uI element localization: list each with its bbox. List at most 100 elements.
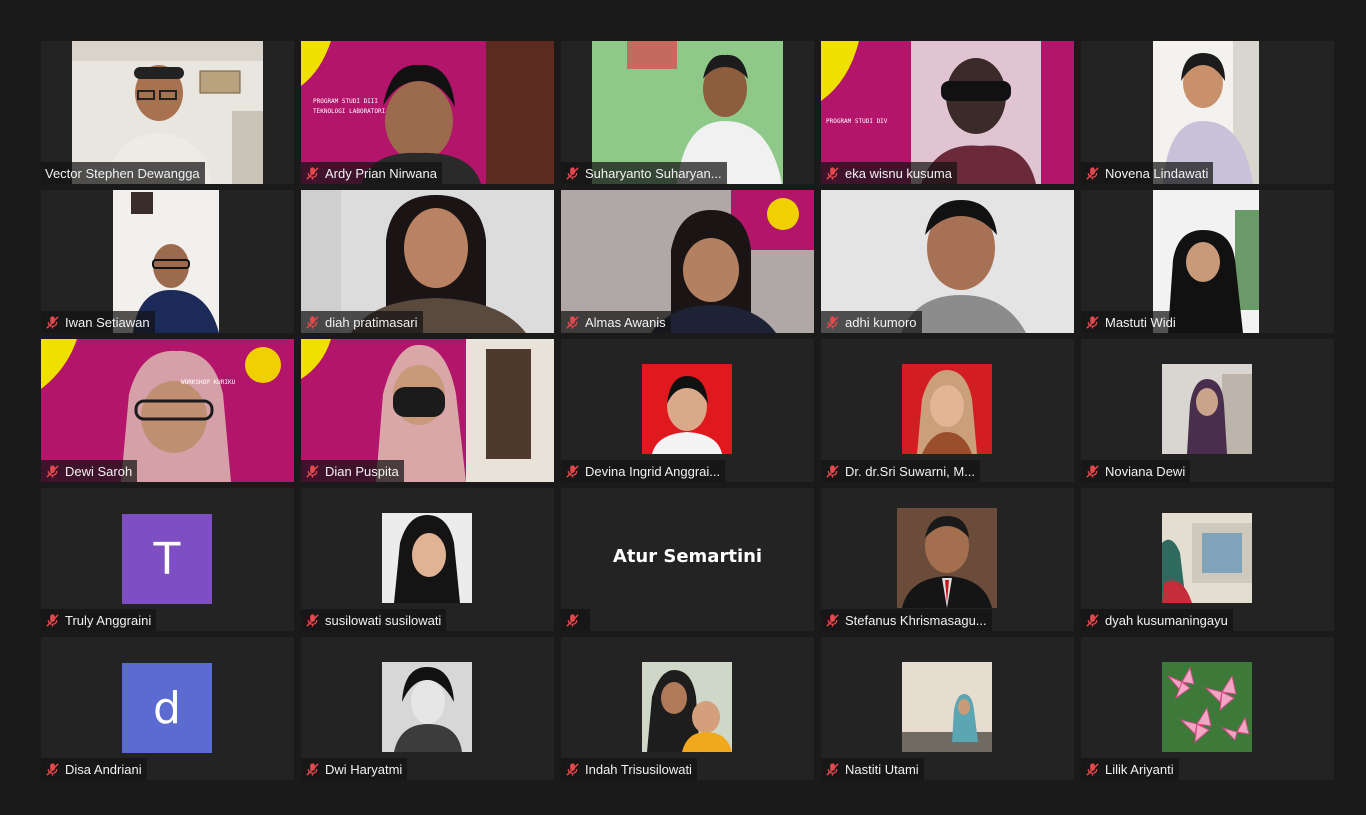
participant-name: Stefanus Khrismasagu... [845, 612, 987, 628]
name-label-bar: Dr. dr.Sri Suwarni, M... [821, 460, 981, 482]
participant-tile[interactable]: adhi kumoro [821, 190, 1074, 333]
participant-name: Dwi Haryatmi [325, 761, 403, 777]
participant-tile[interactable]: Novena Lindawati [1081, 41, 1334, 184]
svg-text:PROGRAM STUDI DIV: PROGRAM STUDI DIV [826, 118, 888, 125]
participant-name: Novena Lindawati [1105, 165, 1209, 181]
name-label-bar: Lilik Ariyanti [1081, 758, 1179, 780]
participant-name: adhi kumoro [845, 314, 917, 330]
name-label-bar: Disa Andriani [41, 758, 147, 780]
participant-tile[interactable]: susilowati susilowati [301, 488, 554, 631]
name-label-bar: eka wisnu kusuma [821, 162, 957, 184]
name-label-bar: Indah Trisusilowati [561, 758, 697, 780]
name-label-bar: susilowati susilowati [301, 609, 447, 631]
participant-tile[interactable]: Suharyanto Suharyan... [561, 41, 814, 184]
mic-muted-icon [306, 613, 319, 627]
name-label-bar: adhi kumoro [821, 311, 922, 333]
name-label-bar: Truly Anggraini [41, 609, 157, 631]
participant-name: diah pratimasari [325, 314, 418, 330]
profile-photo [902, 662, 992, 752]
profile-photo [382, 662, 472, 752]
participant-name: Suharyanto Suharyan... [585, 165, 722, 181]
name-label-bar: dyah kusumaningayu [1081, 609, 1233, 631]
participant-tile[interactable]: Dwi Haryatmi [301, 637, 554, 780]
profile-photo [897, 508, 997, 608]
participant-name: susilowati susilowati [325, 612, 442, 628]
name-label-bar: Iwan Setiawan [41, 311, 155, 333]
participant-tile[interactable]: Lilik Ariyanti [1081, 637, 1334, 780]
svg-text:WORKSHOP KURIKU: WORKSHOP KURIKU [181, 379, 236, 386]
participant-name: eka wisnu kusuma [845, 165, 952, 181]
name-label-bar: Dewi Saroh [41, 460, 138, 482]
mic-muted-icon [826, 464, 839, 478]
participant-tile[interactable]: Atur Semartini [561, 488, 814, 631]
mic-muted-icon [826, 762, 839, 776]
participant-tile[interactable]: Stefanus Khrismasagu... [821, 488, 1074, 631]
name-label-bar: Vector Stephen Dewangga [41, 162, 205, 184]
participant-name: dyah kusumaningayu [1105, 612, 1228, 628]
participant-tile[interactable]: d Disa Andriani [41, 637, 294, 780]
name-label-bar: Dian Puspita [301, 460, 404, 482]
profile-photo [902, 364, 992, 454]
profile-photo [382, 513, 472, 603]
participant-tile[interactable]: Iwan Setiawan [41, 190, 294, 333]
participant-name: Dewi Saroh [65, 463, 133, 479]
mic-muted-icon [566, 762, 579, 776]
profile-photo [1162, 662, 1252, 752]
profile-photo [1162, 513, 1252, 603]
participant-tile[interactable]: T Truly Anggraini [41, 488, 294, 631]
mic-muted-icon [566, 315, 579, 329]
svg-text:TEKNOLOGI LABORATORI: TEKNOLOGI LABORATORI [313, 108, 386, 115]
name-label-bar: Suharyanto Suharyan... [561, 162, 727, 184]
mic-muted-icon [306, 315, 319, 329]
mic-muted-icon [826, 315, 839, 329]
participant-tile[interactable]: Dr. dr.Sri Suwarni, M... [821, 339, 1074, 482]
participant-tile[interactable]: Almas Awanis [561, 190, 814, 333]
mic-muted-icon [1086, 464, 1099, 478]
mic-muted-icon [46, 762, 59, 776]
participant-tile[interactable]: Indah Trisusilowati [561, 637, 814, 780]
participant-name: Noviana Dewi [1105, 463, 1186, 479]
participant-name: Indah Trisusilowati [585, 761, 692, 777]
mic-muted-icon [1086, 166, 1099, 180]
participant-tile[interactable]: PROGRAM STUDI DIV eka wisnu kusuma [821, 41, 1074, 184]
name-label-bar: Stefanus Khrismasagu... [821, 609, 992, 631]
mic-muted-icon [46, 464, 59, 478]
participant-tile[interactable]: Devina Ingrid Anggrai... [561, 339, 814, 482]
mic-muted-icon [566, 166, 579, 180]
name-label-bar: Mastuti Widi [1081, 311, 1181, 333]
participant-tile[interactable]: Nastiti Utami [821, 637, 1074, 780]
svg-text:PROGRAM STUDI DIII: PROGRAM STUDI DIII [313, 98, 378, 105]
participant-tile[interactable]: Mastuti Widi [1081, 190, 1334, 333]
mic-muted-icon [1086, 315, 1099, 329]
participant-tile[interactable]: WORKSHOP KURIKU Dewi Saroh [41, 339, 294, 482]
avatar-initial: d [122, 663, 212, 753]
mic-muted-icon [566, 613, 579, 627]
participant-name: Lilik Ariyanti [1105, 761, 1174, 777]
participant-tile[interactable]: diah pratimasari [301, 190, 554, 333]
participant-name: Vector Stephen Dewangga [45, 165, 200, 181]
participant-name: Dr. dr.Sri Suwarni, M... [845, 463, 976, 479]
participant-name: Disa Andriani [65, 761, 142, 777]
profile-photo [642, 364, 732, 454]
avatar-initial: T [122, 514, 212, 604]
mic-muted-icon [306, 762, 319, 776]
participant-tile[interactable]: Dian Puspita [301, 339, 554, 482]
participant-tile[interactable]: PROGRAM STUDI DIII TEKNOLOGI LABORATORI … [301, 41, 554, 184]
name-label-bar: Ardy Prian Nirwana [301, 162, 442, 184]
participant-name: Mastuti Widi [1105, 314, 1176, 330]
mic-muted-icon [826, 166, 839, 180]
mic-muted-icon [46, 613, 59, 627]
participant-tile[interactable]: dyah kusumaningayu [1081, 488, 1334, 631]
gallery-grid: Vector Stephen Dewangga PROGRAM STUDI DI… [41, 41, 1334, 780]
participant-display-name: Atur Semartini [612, 546, 763, 567]
mic-muted-icon [1086, 613, 1099, 627]
mic-muted-icon [1086, 762, 1099, 776]
participant-tile[interactable]: Vector Stephen Dewangga [41, 41, 294, 184]
participant-name: Almas Awanis [585, 314, 666, 330]
participant-tile[interactable]: Noviana Dewi [1081, 339, 1334, 482]
profile-photo [642, 662, 732, 752]
mic-muted-icon [826, 613, 839, 627]
name-label-bar: Nastiti Utami [821, 758, 924, 780]
participant-name: Nastiti Utami [845, 761, 919, 777]
name-label-bar: Novena Lindawati [1081, 162, 1214, 184]
